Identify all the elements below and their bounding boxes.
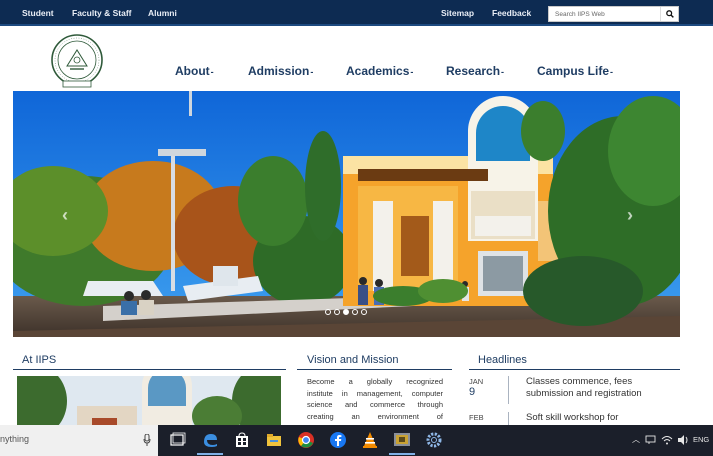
nav-academics-label: Academics xyxy=(346,64,410,78)
campus-building-photo xyxy=(17,376,281,426)
headline-line: Soft skill workshop for xyxy=(526,412,619,423)
task-view-icon[interactable] xyxy=(168,431,186,449)
windows-taskbar: nything ︿ ENG xyxy=(0,425,713,456)
slider-dot[interactable] xyxy=(343,309,349,315)
next-slide-arrow[interactable]: › xyxy=(623,205,637,225)
vlc-icon[interactable] xyxy=(361,431,379,449)
vision-line: institute in management, computer xyxy=(307,388,443,398)
caret-icon: - xyxy=(210,67,214,77)
headline-line: submission and registration xyxy=(526,388,642,399)
sitemap-link[interactable]: Sitemap xyxy=(441,8,474,18)
facebook-icon[interactable] xyxy=(329,431,347,449)
top-link-faculty-staff[interactable]: Faculty & Staff xyxy=(72,8,132,18)
vision-line: Become a globally recognized xyxy=(307,377,443,386)
campus-photo xyxy=(13,91,680,337)
headline-item[interactable]: FEB Soft skill workshop for xyxy=(469,412,679,426)
slider-dot[interactable] xyxy=(334,309,340,315)
slider-dot[interactable] xyxy=(361,309,367,315)
microphone-icon[interactable] xyxy=(143,434,151,446)
chrome-icon[interactable] xyxy=(297,431,315,449)
caret-icon: - xyxy=(501,67,505,77)
top-bar: Student Faculty & Staff Alumni Sitemap F… xyxy=(0,0,713,26)
nav-campus-life-label: Campus Life xyxy=(537,64,610,78)
store-icon[interactable] xyxy=(233,431,251,449)
taskbar-search-box[interactable]: nything xyxy=(0,425,158,456)
edge-icon xyxy=(204,434,217,447)
vision-divider xyxy=(297,369,452,370)
top-link-alumni[interactable]: Alumni xyxy=(148,8,177,18)
nav-academics[interactable]: Academics- xyxy=(346,64,413,78)
search-button[interactable] xyxy=(660,7,678,21)
network-icon[interactable] xyxy=(645,435,657,445)
app-window[interactable] xyxy=(389,431,415,455)
headline-separator xyxy=(508,376,509,404)
headline-day: 9 xyxy=(469,386,476,398)
vision-line: science and commerce through xyxy=(307,400,443,409)
slider-dot[interactable] xyxy=(352,309,358,315)
edge-app[interactable] xyxy=(197,431,223,455)
slider-dot[interactable] xyxy=(325,309,331,315)
headlines-title: Headlines xyxy=(478,354,527,366)
prev-slide-arrow[interactable]: ‹ xyxy=(58,205,72,225)
at-iips-title: At IIPS xyxy=(22,354,57,366)
volume-icon[interactable] xyxy=(677,434,689,446)
page: Student Faculty & Staff Alumni Sitemap F… xyxy=(0,0,713,456)
wifi-icon[interactable] xyxy=(661,434,673,446)
headline-month: JAN xyxy=(469,377,484,386)
nav-admission-label: Admission xyxy=(248,64,310,78)
headline-text: Soft skill workshop for xyxy=(526,412,618,424)
vision-text: Become a globally recognized institute i… xyxy=(307,376,443,422)
settings-icon[interactable] xyxy=(425,431,443,449)
nav-research[interactable]: Research- xyxy=(446,64,504,78)
nav-about-label: About xyxy=(175,64,210,78)
emblem-icon xyxy=(51,34,103,88)
search-box xyxy=(548,6,679,22)
vision-title: Vision and Mission xyxy=(307,354,399,366)
slider-dots xyxy=(325,309,367,315)
language-indicator[interactable]: ENG xyxy=(693,435,709,444)
nav-research-label: Research xyxy=(446,64,501,78)
nav-admission[interactable]: Admission- xyxy=(248,64,313,78)
headline-month: FEB xyxy=(469,413,484,422)
top-link-student[interactable]: Student xyxy=(22,8,54,18)
iips-logo[interactable] xyxy=(48,32,106,90)
nav-about[interactable]: About- xyxy=(175,64,214,78)
headline-item[interactable]: JAN 9 Classes commence, fees submission … xyxy=(469,376,679,406)
feedback-link[interactable]: Feedback xyxy=(492,8,531,18)
nav-campus-life[interactable]: Campus Life- xyxy=(537,64,613,78)
caret-icon: - xyxy=(410,67,414,77)
headline-separator xyxy=(508,412,509,426)
app-icon xyxy=(394,433,410,446)
search-input[interactable] xyxy=(549,7,661,21)
hero-slider xyxy=(13,91,680,337)
search-icon xyxy=(665,10,674,18)
at-iips-divider xyxy=(13,369,286,370)
caret-icon: - xyxy=(310,67,314,77)
at-iips-photo[interactable] xyxy=(17,376,281,426)
vision-line: creating an environment of xyxy=(307,411,443,421)
headline-text: Classes commence, fees submission and re… xyxy=(526,376,642,400)
file-explorer-icon[interactable] xyxy=(265,431,283,449)
taskbar-search-text: nything xyxy=(0,434,30,444)
caret-icon: - xyxy=(610,67,614,77)
headline-line: Classes commence, fees xyxy=(526,376,633,387)
tray-chevron-icon[interactable]: ︿ xyxy=(632,434,640,445)
headlines-divider xyxy=(469,369,680,370)
